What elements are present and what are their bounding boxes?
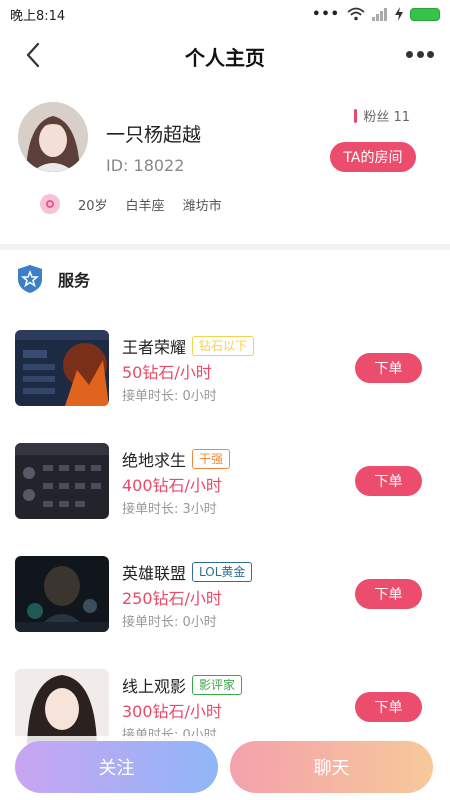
- battery-icon: [410, 7, 440, 21]
- service-header: 服务: [16, 264, 90, 294]
- service-item[interactable]: 英雄联盟 LOL黄金 250钻石/小时 接单时长: 0小时 下单: [0, 556, 450, 636]
- section-divider: [0, 244, 450, 250]
- avatar[interactable]: [18, 102, 88, 172]
- service-item[interactable]: 王者荣耀 钻石以下 50钻石/小时 接单时长: 0小时 下单: [0, 330, 450, 410]
- bottom-action-bar: 关注 聊天: [0, 736, 450, 800]
- service-thumbnail: [15, 669, 109, 745]
- order-button[interactable]: 下单: [355, 692, 422, 722]
- service-duration: 接单时长: 0小时: [122, 615, 217, 630]
- status-bar: 晚上8:14 •••: [0, 0, 450, 28]
- fans-marker: [354, 108, 358, 123]
- order-button[interactable]: 下单: [355, 353, 422, 383]
- service-thumbnail: [15, 556, 109, 632]
- service-price: 250钻石/小时: [122, 589, 222, 608]
- more-dots-icon: •••: [312, 6, 340, 22]
- signal-icon: [372, 8, 387, 21]
- wifi-icon: [347, 7, 365, 21]
- service-name: 绝地求生: [122, 451, 187, 470]
- service-duration: 接单时长: 0小时: [122, 389, 217, 404]
- service-name-row: 王者荣耀 钻石以下: [122, 334, 255, 358]
- user-id: ID: 18022: [106, 156, 185, 175]
- zodiac-tag: 白羊座: [125, 198, 165, 214]
- service-name-row: 线上观影 影评家: [122, 673, 243, 697]
- service-rank-badge: 钻石以下: [192, 336, 255, 356]
- username: 一只杨超越: [106, 124, 202, 146]
- service-name-row: 英雄联盟 LOL黄金: [122, 560, 253, 584]
- chat-button[interactable]: 聊天: [230, 741, 433, 793]
- order-button[interactable]: 下单: [355, 579, 422, 609]
- service-name: 王者荣耀: [122, 338, 187, 357]
- service-thumbnail: [15, 443, 109, 519]
- service-rank-badge: LOL黄金: [192, 562, 253, 582]
- service-name: 英雄联盟: [122, 564, 187, 583]
- ta-room-button[interactable]: TA的房间: [330, 142, 416, 172]
- service-thumbnail: [15, 330, 109, 406]
- service-price: 400钻石/小时: [122, 476, 222, 495]
- profile-tags: 20岁 白羊座 潍坊市: [40, 194, 222, 214]
- service-name-row: 绝地求生 干强: [122, 447, 231, 471]
- age-tag: 20岁: [78, 198, 108, 214]
- status-time: 晚上8:14: [10, 8, 66, 24]
- service-name: 线上观影: [122, 677, 187, 696]
- shield-star-icon: [18, 265, 42, 293]
- profile-section: 一只杨超越 ID: 18022 粉丝 11 TA的房间 20岁 白羊座 潍坊市: [0, 92, 450, 242]
- service-rank-badge: 影评家: [192, 675, 243, 695]
- follow-button[interactable]: 关注: [15, 741, 218, 793]
- service-price: 50钻石/小时: [122, 363, 212, 382]
- status-icons: •••: [312, 7, 440, 22]
- female-icon: [40, 194, 60, 214]
- service-rank-badge: 干强: [192, 449, 231, 469]
- service-duration: 接单时长: 3小时: [122, 502, 217, 517]
- header: 个人主页: [0, 28, 450, 82]
- service-item[interactable]: 绝地求生 干强 400钻石/小时 接单时长: 3小时 下单: [0, 443, 450, 523]
- charging-icon: [395, 7, 403, 21]
- city-tag: 潍坊市: [182, 198, 222, 214]
- fans-label: 粉丝 11: [363, 110, 410, 125]
- service-title: 服务: [58, 271, 91, 290]
- fans-count: 粉丝 11: [354, 106, 410, 125]
- service-price: 300钻石/小时: [122, 702, 222, 721]
- page-title: 个人主页: [185, 46, 265, 70]
- order-button[interactable]: 下单: [355, 466, 422, 496]
- more-horizontal-icon[interactable]: [402, 42, 438, 66]
